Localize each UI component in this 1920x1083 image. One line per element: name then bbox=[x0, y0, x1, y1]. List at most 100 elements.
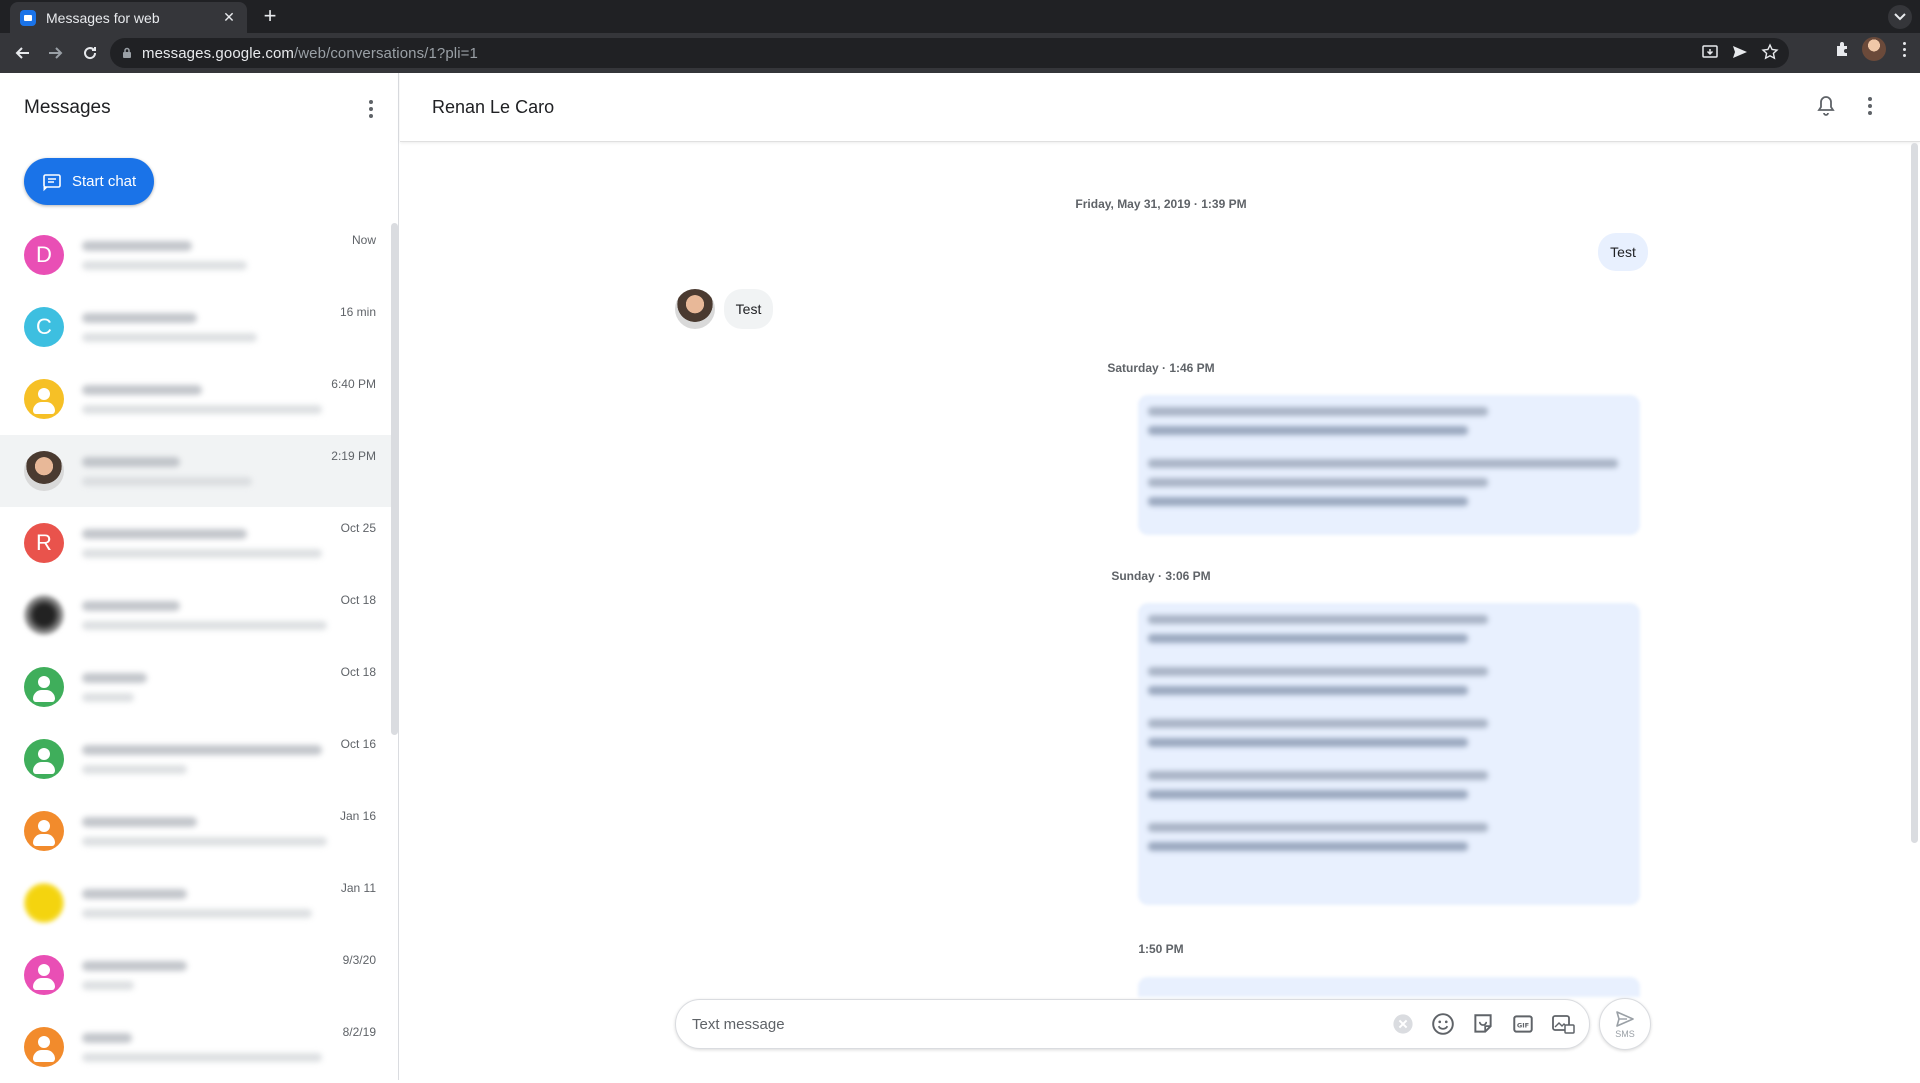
reload-icon bbox=[84, 47, 97, 60]
outgoing-message-bubble-blurred[interactable] bbox=[1138, 977, 1640, 997]
contact-avatar[interactable] bbox=[675, 289, 715, 329]
conversation-pane: Renan Le Caro Friday, May 31, 2019 · 1:3… bbox=[400, 73, 1920, 1080]
profile-avatar[interactable] bbox=[1862, 37, 1886, 61]
conversation-avatar bbox=[24, 883, 64, 923]
blurred-contact-name bbox=[82, 816, 197, 827]
chrome-menu-icon[interactable] bbox=[1896, 37, 1912, 61]
blurred-message-snippet bbox=[82, 836, 327, 846]
messages-scrollbar[interactable] bbox=[1911, 143, 1918, 843]
browser-toolbar: messages.google.com/web/conversations/1?… bbox=[0, 33, 1920, 73]
conversation-header: Renan Le Caro bbox=[400, 73, 1920, 142]
blurred-message-snippet bbox=[82, 260, 247, 270]
tab-title: Messages for web bbox=[46, 9, 160, 26]
more-options-icon[interactable] bbox=[359, 97, 383, 121]
gif-icon[interactable]: GIF bbox=[1511, 1012, 1535, 1036]
blurred-contact-name bbox=[82, 312, 197, 323]
conversation-item[interactable]: Oct 18 bbox=[0, 651, 392, 723]
conversation-avatar bbox=[24, 955, 64, 995]
install-app-icon[interactable] bbox=[1701, 43, 1719, 61]
conversation-item[interactable]: Oct 18 bbox=[0, 579, 392, 651]
notifications-bell-icon[interactable] bbox=[1814, 94, 1838, 118]
arrow-back-icon bbox=[15, 47, 29, 59]
messages-favicon-icon bbox=[20, 9, 36, 26]
conversation-item[interactable]: Jan 16 bbox=[0, 795, 392, 867]
conversation-time: 9/3/20 bbox=[342, 953, 376, 967]
conversation-time: 6:40 PM bbox=[331, 377, 376, 391]
start-chat-label: Start chat bbox=[72, 173, 137, 190]
conversation-preview bbox=[82, 744, 322, 774]
start-chat-button[interactable]: Start chat bbox=[24, 158, 154, 205]
send-sms-button[interactable]: SMS bbox=[1599, 998, 1651, 1050]
send-to-device-icon[interactable] bbox=[1731, 43, 1749, 61]
conversation-item[interactable]: C 16 min bbox=[0, 291, 392, 363]
conversation-time: Oct 25 bbox=[340, 521, 376, 535]
url-text: messages.google.com/web/conversations/1?… bbox=[142, 45, 478, 62]
bookmark-star-icon[interactable] bbox=[1761, 43, 1779, 61]
conversation-item[interactable]: 2:19 PM bbox=[0, 435, 392, 507]
conversation-time: Jan 16 bbox=[339, 809, 376, 823]
blurred-message-snippet bbox=[82, 620, 327, 630]
conversation-preview bbox=[82, 888, 322, 918]
message-composer: GIF bbox=[675, 999, 1590, 1049]
conversation-item[interactable]: 8/2/19 bbox=[0, 1011, 392, 1083]
send-type-label: SMS bbox=[1615, 1028, 1635, 1039]
chat-icon bbox=[43, 173, 61, 191]
emoji-icon[interactable] bbox=[1431, 1012, 1455, 1036]
timestamp-divider: Sunday · 3:06 PM bbox=[1111, 569, 1211, 583]
extensions-puzzle-icon[interactable] bbox=[1834, 40, 1852, 58]
incoming-message-bubble[interactable]: Test bbox=[724, 289, 773, 329]
blurred-contact-name bbox=[82, 960, 187, 971]
conversation-item[interactable]: 6:40 PM bbox=[0, 363, 392, 435]
conversation-time: 8/2/19 bbox=[342, 1025, 376, 1039]
conversation-avatar bbox=[24, 1027, 64, 1067]
blurred-message-snippet bbox=[82, 476, 252, 486]
browser-tab[interactable]: Messages for web ✕ bbox=[10, 2, 247, 33]
conversation-preview bbox=[82, 528, 322, 558]
blurred-message-snippet bbox=[82, 404, 322, 414]
conversation-preview bbox=[82, 816, 327, 846]
send-icon bbox=[1616, 1010, 1634, 1027]
conversation-avatar bbox=[24, 451, 64, 491]
conversation-item[interactable]: R Oct 25 bbox=[0, 507, 392, 579]
address-bar[interactable]: messages.google.com/web/conversations/1?… bbox=[110, 38, 1789, 68]
contact-name[interactable]: Renan Le Caro bbox=[432, 97, 554, 118]
blurred-contact-name bbox=[82, 240, 192, 251]
outgoing-message-bubble-blurred[interactable] bbox=[1138, 395, 1640, 535]
messages-app: Messages Start chat D Now C 16 min 6:40 PM 2:… bbox=[0, 73, 1920, 1080]
conversation-avatar bbox=[24, 811, 64, 851]
conversation-avatar bbox=[24, 739, 64, 779]
conversation-item[interactable]: 9/3/20 bbox=[0, 939, 392, 1011]
blurred-contact-name bbox=[82, 384, 202, 395]
blurred-message-snippet bbox=[82, 908, 312, 918]
sidebar: Messages Start chat D Now C 16 min 6:40 PM 2:… bbox=[0, 73, 399, 1080]
conversation-more-options-icon[interactable] bbox=[1858, 94, 1882, 118]
reload-button[interactable] bbox=[74, 37, 106, 69]
back-button[interactable] bbox=[6, 37, 38, 69]
conversation-time: Oct 18 bbox=[340, 665, 376, 679]
conversation-preview bbox=[82, 384, 322, 414]
close-tab-icon[interactable]: ✕ bbox=[221, 9, 237, 26]
tab-search-button[interactable] bbox=[1888, 5, 1912, 29]
sticker-icon[interactable] bbox=[1471, 1012, 1495, 1036]
text-message-input[interactable] bbox=[676, 1000, 1391, 1048]
conversation-item[interactable]: Oct 16 bbox=[0, 723, 392, 795]
blurred-message-snippet bbox=[82, 548, 322, 558]
blurred-contact-name bbox=[82, 528, 247, 539]
blurred-message-snippet bbox=[82, 1052, 322, 1062]
conversation-item[interactable]: D Now bbox=[0, 219, 392, 291]
attach-media-icon[interactable] bbox=[1551, 1012, 1575, 1036]
forward-button[interactable] bbox=[40, 37, 72, 69]
conversation-preview bbox=[82, 456, 322, 486]
conversation-item[interactable]: Jan 11 bbox=[0, 867, 392, 939]
blurred-contact-name bbox=[82, 600, 180, 611]
arrow-forward-icon bbox=[49, 47, 63, 59]
outgoing-message-bubble[interactable]: Test bbox=[1598, 233, 1648, 271]
sidebar-scrollbar[interactable] bbox=[391, 223, 398, 735]
conversation-avatar bbox=[24, 379, 64, 419]
conversation-avatar: C bbox=[24, 307, 64, 347]
conversation-avatar: R bbox=[24, 523, 64, 563]
new-tab-button[interactable]: + bbox=[256, 5, 284, 29]
clear-text-icon[interactable] bbox=[1391, 1012, 1415, 1036]
conversation-preview bbox=[82, 960, 322, 990]
outgoing-message-bubble-blurred[interactable] bbox=[1138, 603, 1640, 905]
